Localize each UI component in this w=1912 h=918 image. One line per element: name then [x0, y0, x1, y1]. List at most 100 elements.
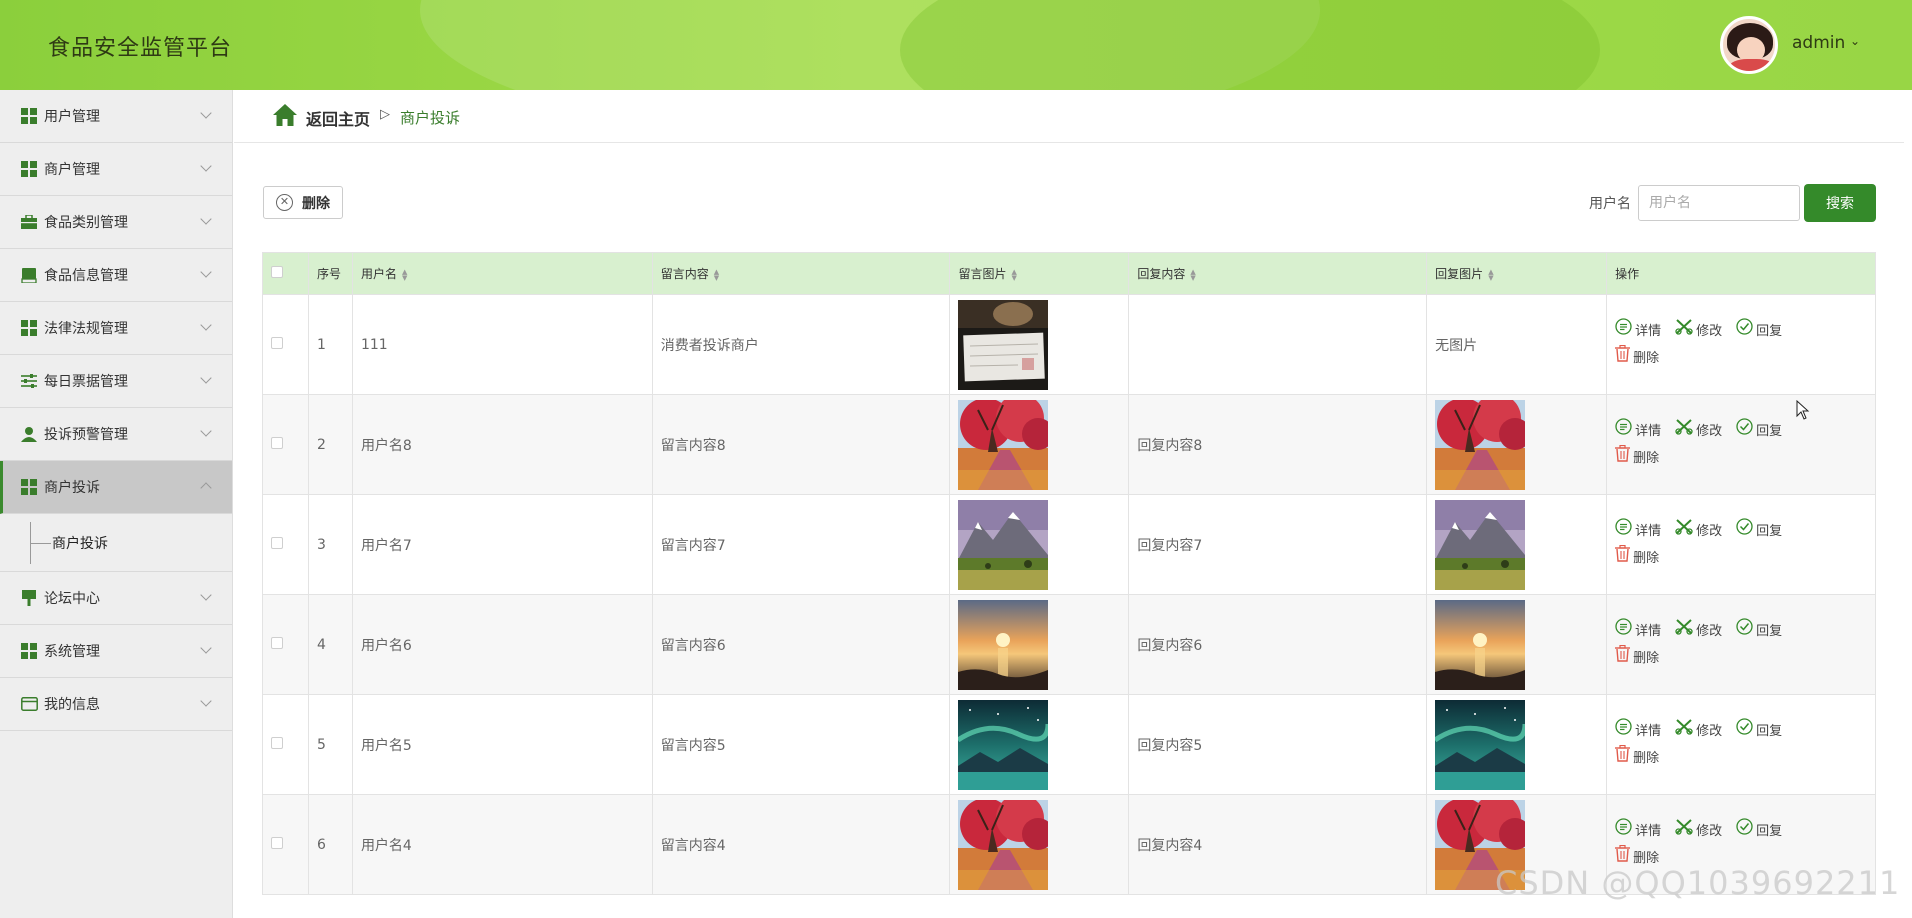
reply-button[interactable]: 回复 [1736, 717, 1783, 745]
row-checkbox[interactable] [271, 336, 283, 349]
sidebar-item-food-info[interactable]: 食品信息管理 [0, 249, 232, 302]
sidebar-item-user-management[interactable]: 用户管理 [0, 90, 232, 143]
row-select-cell[interactable] [262, 394, 309, 495]
row-select-cell[interactable] [262, 694, 309, 795]
detail-button[interactable]: 详情 [1615, 517, 1661, 545]
delete-button[interactable]: 删除 [1615, 344, 1659, 372]
home-link[interactable]: 返回主页 [306, 106, 370, 130]
delete-button[interactable]: 删除 [1615, 644, 1660, 672]
search-button[interactable]: 搜索 [1804, 184, 1876, 222]
reply-button[interactable]: 回复 [1736, 317, 1782, 345]
column-header[interactable]: 回复图片 ▲ ▼ [1426, 252, 1608, 295]
sort-icon[interactable]: ▲ ▼ [402, 268, 407, 281]
edit-button[interactable]: 修改 [1675, 618, 1722, 645]
scissors-icon [1675, 518, 1696, 545]
row-select-cell[interactable] [262, 594, 309, 695]
sidebar-item-daily-bills[interactable]: 每日票据管理 [0, 355, 232, 408]
delete-button[interactable]: 删除 [1615, 744, 1659, 772]
detail-button[interactable]: 详情 [1615, 617, 1661, 645]
sort-icon[interactable]: ▲ ▼ [1488, 268, 1493, 281]
row-checkbox[interactable] [271, 636, 283, 649]
edit-button[interactable]: 修改 [1675, 818, 1722, 845]
select-all-cell[interactable] [262, 252, 309, 295]
sort-icon[interactable]: ▲ ▼ [1190, 268, 1195, 281]
reply-image[interactable] [1435, 399, 1526, 490]
cell-reply: 回复内容7 [1128, 494, 1428, 595]
reply-button[interactable]: 回复 [1736, 517, 1782, 545]
home-icon[interactable] [272, 103, 298, 131]
row-checkbox[interactable] [271, 836, 283, 849]
cell-reply-image [1426, 394, 1608, 495]
sidebar-item-food-category[interactable]: 食品类别管理 [0, 196, 232, 249]
user-menu[interactable]: admin [1792, 33, 1845, 53]
column-header[interactable]: 用户名 ▲ ▼ [351, 252, 653, 295]
batch-delete-button[interactable]: ✕ 删除 [263, 186, 343, 219]
check-circle-icon [1736, 817, 1756, 845]
delete-button[interactable]: 删除 [1615, 444, 1659, 472]
row-checkbox[interactable] [271, 536, 283, 549]
cell-reply [1128, 294, 1428, 395]
edit-button[interactable]: 修改 [1675, 518, 1722, 545]
search-input[interactable] [1638, 185, 1800, 221]
message-image[interactable] [958, 299, 1049, 390]
row-select-cell[interactable] [262, 294, 309, 395]
message-image[interactable] [958, 799, 1049, 890]
sidebar-item-forum[interactable]: 论坛中心 [0, 572, 232, 625]
edit-button[interactable]: 修改 [1675, 718, 1722, 745]
book-icon [20, 267, 38, 283]
column-header[interactable]: 留言图片 ▲ ▼ [949, 252, 1130, 295]
sidebar-item-law[interactable]: 法律法规管理 [0, 302, 232, 355]
edit-button[interactable]: 修改 [1675, 418, 1722, 445]
chevron-down-icon[interactable]: ⌄ [1850, 34, 1860, 48]
detail-button[interactable]: 详情 [1615, 717, 1661, 745]
reply-image[interactable] [1435, 599, 1526, 690]
sidebar-item-merchant-management[interactable]: 商户管理 [0, 143, 232, 196]
reply-button[interactable]: 回复 [1736, 617, 1782, 645]
delete-label: 删除 [1633, 650, 1660, 666]
sort-icon[interactable]: ▲ ▼ [1012, 268, 1017, 281]
table-row: 4 用户名6 留言内容6 回复内容6 详情 修改 回复 删除 [262, 594, 1876, 695]
row-checkbox[interactable] [271, 436, 283, 449]
message-image[interactable] [958, 499, 1049, 590]
cell-content: 留言内容8 [651, 394, 951, 495]
sidebar-item-system[interactable]: 系统管理 [0, 625, 232, 678]
select-all-checkbox[interactable] [271, 266, 283, 278]
detail-icon [1615, 617, 1635, 645]
detail-button[interactable]: 详情 [1615, 317, 1661, 345]
close-circle-icon: ✕ [276, 194, 293, 211]
reply-label: 回复 [1756, 423, 1783, 439]
avatar[interactable] [1720, 16, 1778, 74]
sidebar-subitem-merchant-complaint[interactable]: 商户投诉 [0, 514, 232, 572]
check-circle-icon [1736, 717, 1756, 745]
reply-image[interactable] [1435, 699, 1526, 790]
row-select-cell[interactable] [262, 494, 309, 595]
message-image[interactable] [958, 599, 1049, 690]
breadcrumb-separator: ▷ [380, 107, 390, 122]
detail-button[interactable]: 详情 [1615, 417, 1661, 445]
message-image[interactable] [958, 699, 1049, 790]
message-image[interactable] [958, 399, 1049, 490]
reply-button[interactable]: 回复 [1736, 417, 1783, 445]
sort-icon[interactable]: ▲ ▼ [714, 268, 719, 281]
reply-label: 回复 [1756, 723, 1783, 739]
cell-content: 留言内容7 [651, 494, 951, 595]
reply-button[interactable]: 回复 [1736, 817, 1782, 845]
sidebar-item-complaint-warning[interactable]: 投诉预警管理 [0, 408, 232, 461]
row-select-cell[interactable] [262, 794, 309, 895]
cell-reply-image [1426, 494, 1608, 595]
trash-icon [1615, 544, 1633, 572]
column-header[interactable]: 回复内容 ▲ ▼ [1128, 252, 1428, 295]
cell-content: 留言内容4 [651, 794, 951, 895]
sidebar-item-merchant-complaint[interactable]: 商户投诉 [0, 461, 232, 514]
detail-button[interactable]: 详情 [1615, 817, 1661, 845]
chevron-down-icon [200, 425, 212, 437]
sidebar-item-my-info[interactable]: 我的信息 [0, 678, 232, 731]
column-header[interactable]: 留言内容 ▲ ▼ [651, 252, 951, 295]
edit-button[interactable]: 修改 [1675, 318, 1722, 345]
reply-image[interactable] [1435, 499, 1526, 590]
cell-actions: 详情 修改 回复删除 [1606, 594, 1876, 695]
table-row: 2 用户名8 留言内容8 回复内容8 详情 修改 回复 删除 [262, 394, 1876, 495]
delete-button[interactable]: 删除 [1615, 544, 1659, 572]
row-checkbox[interactable] [271, 736, 283, 749]
cell-username: 用户名6 [351, 594, 653, 695]
